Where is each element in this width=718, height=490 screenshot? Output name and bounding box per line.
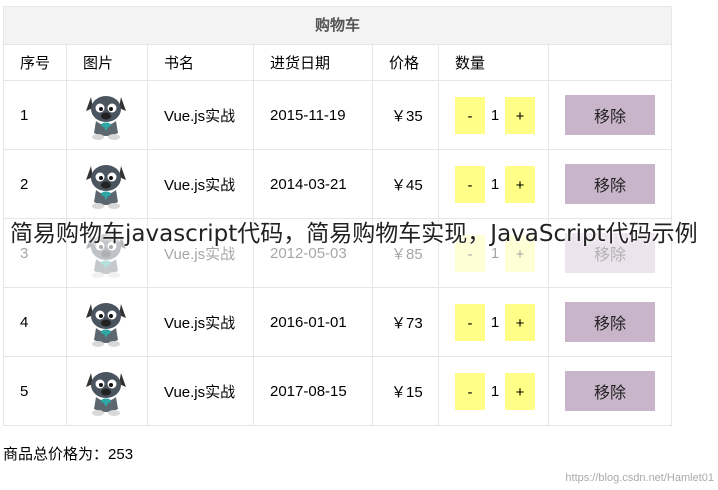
- row-book-name: Vue.js实战: [147, 149, 254, 219]
- table-row: 1 Vue.js实战 2015-11-19 ￥35 - 1 + 移除: [3, 80, 672, 150]
- row-action: 移除: [548, 149, 672, 219]
- table-row: 2 Vue.js实战 2014-03-21 ￥45 - 1 + 移除: [3, 149, 672, 219]
- row-quantity: - 1 +: [438, 356, 549, 426]
- row-index: 4: [3, 287, 67, 357]
- table-row: 4 Vue.js实战 2016-01-01 ￥73 - 1 + 移除: [3, 287, 672, 357]
- total-line: 商品总价格为：253: [3, 443, 133, 464]
- row-action: 移除: [548, 287, 672, 357]
- row-action: 移除: [548, 80, 672, 150]
- cartoon-dog-icon: [86, 96, 126, 140]
- row-price: ￥15: [372, 356, 439, 426]
- row-image: [66, 356, 148, 426]
- remove-button[interactable]: 移除: [565, 302, 655, 342]
- quantity-value: 1: [490, 175, 500, 193]
- row-price: ￥73: [372, 287, 439, 357]
- header-row: 序号 图片 书名 进货日期 价格 数量: [3, 44, 672, 81]
- row-quantity: - 1 +: [438, 80, 549, 150]
- table-row: 5 Vue.js实战 2017-08-15 ￥15 - 1 + 移除: [3, 356, 672, 426]
- cart-table: 购物车 序号 图片 书名 进货日期 价格 数量 1 Vue.js实战 2015-…: [3, 6, 672, 426]
- quantity-value: 1: [490, 382, 500, 400]
- header-image: 图片: [66, 44, 148, 81]
- row-book-name: Vue.js实战: [147, 356, 254, 426]
- remove-button[interactable]: 移除: [565, 95, 655, 135]
- cartoon-dog-icon: [86, 372, 126, 416]
- watermark: https://blog.csdn.net/Hamlet01: [565, 472, 714, 484]
- row-image: [66, 287, 148, 357]
- row-index: 1: [3, 80, 67, 150]
- total-label: 商品总价格为：: [3, 446, 109, 463]
- row-date: 2016-01-01: [253, 287, 373, 357]
- row-book-name: Vue.js实战: [147, 287, 254, 357]
- header-price: 价格: [372, 44, 439, 81]
- cartoon-dog-icon: [86, 303, 126, 347]
- header-quantity: 数量: [438, 44, 549, 81]
- header-book-name: 书名: [147, 44, 254, 81]
- cartoon-dog-icon: [86, 165, 126, 209]
- decrease-button[interactable]: -: [455, 96, 485, 134]
- row-action: 移除: [548, 356, 672, 426]
- increase-button[interactable]: +: [505, 165, 535, 203]
- row-quantity: - 1 +: [438, 287, 549, 357]
- row-price: ￥35: [372, 80, 439, 150]
- quantity-value: 1: [490, 106, 500, 124]
- remove-button[interactable]: 移除: [565, 164, 655, 204]
- row-quantity: - 1 +: [438, 149, 549, 219]
- header-date: 进货日期: [253, 44, 373, 81]
- header-index: 序号: [3, 44, 67, 81]
- cart-title: 购物车: [3, 6, 672, 44]
- increase-button[interactable]: +: [505, 372, 535, 410]
- row-image: [66, 80, 148, 150]
- row-book-name: Vue.js实战: [147, 80, 254, 150]
- increase-button[interactable]: +: [505, 303, 535, 341]
- row-date: 2015-11-19: [253, 80, 373, 150]
- increase-button[interactable]: +: [505, 96, 535, 134]
- overlay-caption: 简易购物车javascript代码，简易购物车实现，JavaScript代码示例: [10, 221, 698, 247]
- decrease-button[interactable]: -: [455, 165, 485, 203]
- remove-button[interactable]: 移除: [565, 371, 655, 411]
- row-index: 2: [3, 149, 67, 219]
- decrease-button[interactable]: -: [455, 303, 485, 341]
- quantity-value: 1: [490, 313, 500, 331]
- header-action: [548, 44, 672, 81]
- row-date: 2017-08-15: [253, 356, 373, 426]
- row-index: 5: [3, 356, 67, 426]
- total-value: 253: [108, 446, 134, 463]
- row-date: 2014-03-21: [253, 149, 373, 219]
- row-image: [66, 149, 148, 219]
- decrease-button[interactable]: -: [455, 372, 485, 410]
- row-price: ￥45: [372, 149, 439, 219]
